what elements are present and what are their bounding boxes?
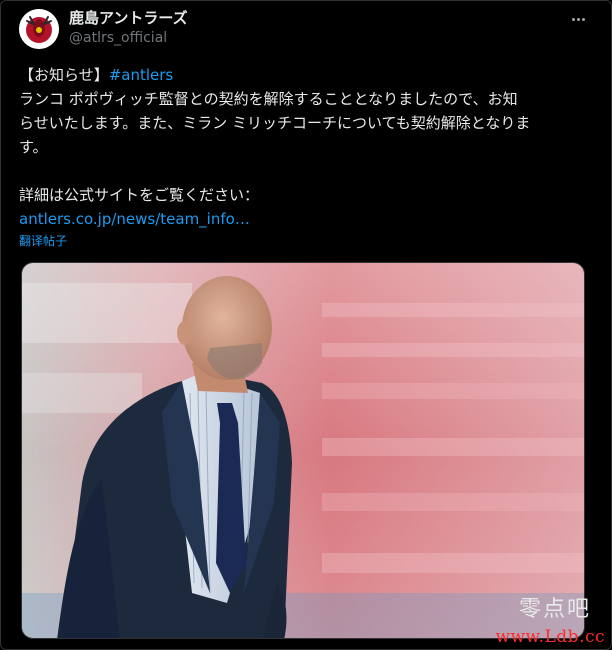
avatar[interactable]: [19, 9, 59, 49]
watermark-url: www.Ldb.cc: [495, 627, 605, 647]
post-text-line: ランコ ポポヴィッチ監督との契約を解除することとなりましたので、お知: [19, 90, 518, 108]
external-link[interactable]: antlers.co.jp/news/team_info…: [19, 210, 250, 228]
coach-photo: [22, 263, 584, 638]
post-text-line: す。: [19, 138, 48, 156]
post-header: 鹿島アントラーズ @atlrs_official: [19, 7, 595, 51]
post-window: 鹿島アントラーズ @atlrs_official 【お知らせ】#antlers …: [0, 0, 612, 650]
watermark-title: 零点吧: [518, 597, 591, 622]
ellipsis-icon: [571, 17, 575, 21]
club-crest-icon: [19, 9, 59, 49]
post-text-line: 詳細は公式サイトをご覧ください：: [19, 186, 260, 204]
more-options-button[interactable]: [565, 9, 591, 29]
post-text-line: 【お知らせ】#antlers: [19, 63, 591, 87]
handle[interactable]: @atlrs_official: [69, 29, 167, 47]
hashtag-link[interactable]: #antlers: [109, 66, 174, 84]
notice-prefix: 【お知らせ】: [19, 66, 109, 84]
watermark: 零点吧 www.Ldb.cc: [481, 597, 609, 649]
translate-post-link[interactable]: 翻译帖子: [19, 233, 67, 249]
post-text-line: らせいたします。また、ミラン ミリッチコーチについても契約解除となりま: [19, 114, 531, 132]
post-image[interactable]: [21, 262, 585, 639]
post-text: 【お知らせ】#antlers ランコ ポポヴィッチ監督との契約を解除することとな…: [19, 63, 591, 231]
display-name[interactable]: 鹿島アントラーズ: [69, 8, 188, 28]
